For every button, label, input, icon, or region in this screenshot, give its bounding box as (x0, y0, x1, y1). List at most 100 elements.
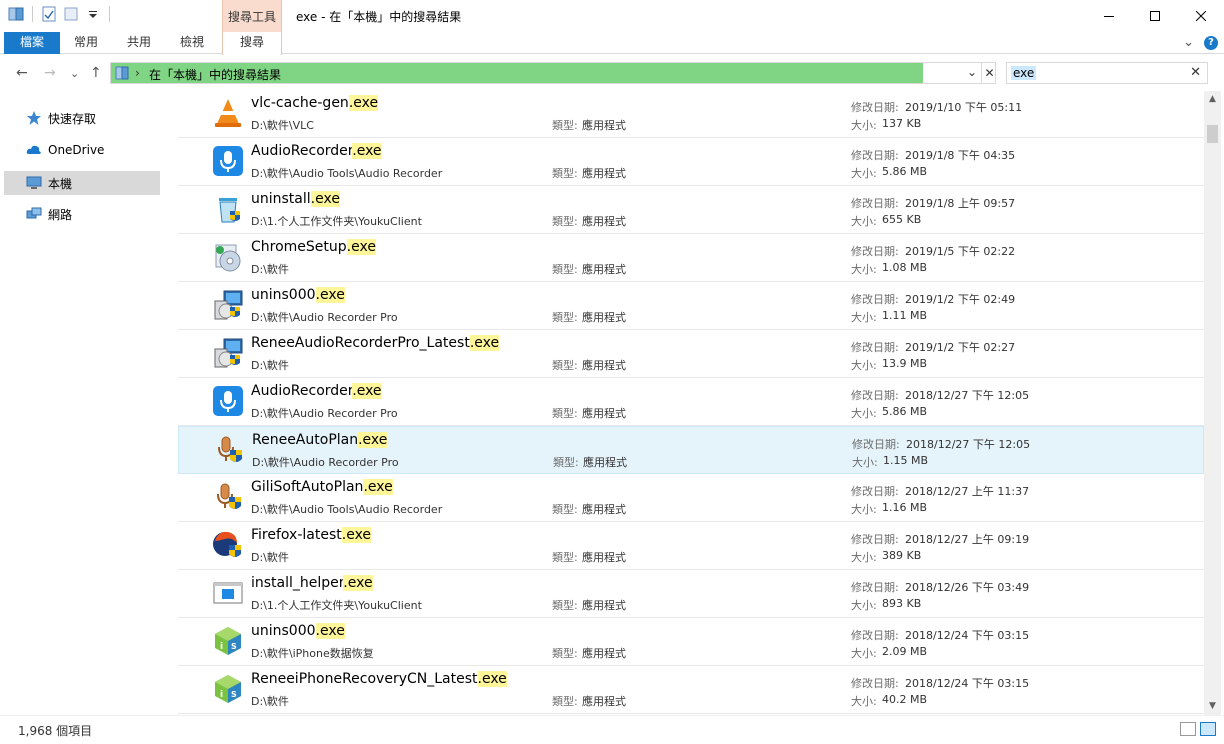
list-item[interactable]: AudioRecorder.exe D:\軟件\Audio Recorder Pr… (178, 378, 1204, 426)
back-arrow-icon[interactable]: ← (16, 65, 28, 81)
clear-search-icon[interactable]: ✕ (1190, 65, 1201, 80)
search-box[interactable]: exe ✕ (1006, 62, 1208, 84)
search-input[interactable]: exe (1011, 66, 1037, 80)
content-view-icon[interactable] (1200, 722, 1216, 736)
title-bar: 搜尋工具 exe - 在「本機」中的搜尋結果 (0, 0, 1224, 32)
type-value: 應用程式 (582, 311, 626, 324)
type-label: 類型: (552, 551, 578, 564)
scroll-up-icon[interactable]: ▲ (1204, 91, 1221, 108)
file-name: Firefox-latest.exe (251, 527, 372, 543)
breadcrumb-chevron-icon[interactable]: › (135, 66, 140, 80)
app-window-icon (212, 577, 244, 609)
date-value: 2019/1/8 下午 04:35 (905, 149, 1016, 162)
date-value: 2019/1/8 上午 09:57 (905, 197, 1016, 210)
date-value: 2018/12/24 下午 03:15 (905, 677, 1030, 690)
sidebar-item-network[interactable]: 網路 (4, 202, 160, 226)
sidebar-item-this-pc[interactable]: 本機 (4, 171, 160, 195)
type-label: 類型: (552, 167, 578, 180)
type-value: 應用程式 (582, 167, 626, 180)
list-item[interactable]: uninstall.exe D:\1.个人工作文件夹\YoukuClient 類型:… (178, 186, 1204, 234)
microphone-icon (212, 385, 244, 417)
list-item[interactable]: ReneeAudioRecorderPro_Latest.exe D:\軟件 類型:… (178, 330, 1204, 378)
size-value: 2.09 MB (882, 645, 928, 658)
quick-access-toolbar (8, 6, 112, 22)
date-label: 修改日期: (851, 197, 899, 210)
size-value: 1.11 MB (882, 309, 928, 322)
list-item[interactable]: vlc-cache-gen.exe D:\軟件\VLC 類型: 應用程式 修改日期: 20… (178, 91, 1204, 138)
mic-shield-icon (213, 434, 245, 466)
list-item[interactable]: AudioRecorder.exe D:\軟件\Audio Tools\Audio… (178, 138, 1204, 186)
date-label: 修改日期: (852, 438, 900, 451)
tab-search[interactable]: 搜尋 (222, 32, 282, 55)
scroll-thumb[interactable] (1207, 125, 1218, 143)
sidebar-item-quick-access[interactable]: 快速存取 (4, 106, 160, 130)
installer-icon (212, 289, 244, 321)
forward-arrow-icon[interactable]: → (44, 65, 56, 81)
sidebar-item-label: 本機 (48, 176, 73, 191)
file-name-base: install_helper (251, 575, 344, 591)
stop-search-icon[interactable]: ✕ (981, 63, 997, 83)
size-value: 893 KB (882, 597, 922, 610)
list-item[interactable]: i Sunins000.exe D:\軟件\iPhone数据恢复 類型: 應用程式 修改日… (178, 618, 1204, 666)
list-item[interactable]: unins000.exe D:\軟件\Audio Recorder Pro 類型: 應… (178, 282, 1204, 330)
file-name-base: unins000 (251, 287, 316, 303)
list-item[interactable]: install_helper.exe D:\1.个人工作文件夹\YoukuClie… (178, 570, 1204, 618)
tab-share[interactable]: 共用 (114, 32, 164, 54)
file-name: unins000.exe (251, 287, 345, 303)
size-value: 5.86 MB (882, 405, 928, 418)
type-label: 類型: (553, 456, 579, 469)
details-view-icon[interactable] (1180, 722, 1196, 736)
ribbon-right-controls: ⌄ ? (1183, 35, 1218, 50)
list-item[interactable]: GiliSoftAutoPlan.exe D:\軟件\Audio Tools\Au… (178, 474, 1204, 522)
size-value: 389 KB (882, 549, 922, 562)
recent-locations-icon[interactable]: ⌄ (70, 67, 79, 80)
date-label: 修改日期: (851, 293, 899, 306)
size-value: 1.15 MB (883, 454, 929, 467)
list-item[interactable]: ChromeSetup.exe D:\軟件 類型: 應用程式 修改日期: 2019/1/5… (178, 234, 1204, 282)
folder-icon[interactable] (8, 6, 24, 22)
status-bar: 1,968 個項目 (0, 715, 1224, 744)
file-name-base: uninstall (251, 191, 311, 207)
customize-qat-icon[interactable] (85, 6, 101, 22)
installer-icon (212, 337, 244, 369)
file-name: GiliSoftAutoPlan.exe (251, 479, 393, 495)
search-folder-icon (115, 66, 129, 83)
help-icon[interactable]: ? (1204, 35, 1218, 50)
up-arrow-icon[interactable]: ↑ (90, 65, 102, 81)
expand-ribbon-icon[interactable]: ⌄ (1183, 35, 1194, 50)
scroll-down-icon[interactable]: ▼ (1204, 698, 1221, 715)
address-dropdown-icon[interactable]: ⌄ (963, 65, 981, 79)
date-value: 2018/12/27 下午 12:05 (906, 438, 1031, 451)
list-item[interactable]: ReneeAutoPlan.exe D:\軟件\Audio Recorder Pr… (178, 426, 1204, 474)
close-button[interactable] (1178, 0, 1224, 32)
sidebar-item-onedrive[interactable]: OneDrive (4, 138, 160, 162)
tab-file[interactable]: 檔案 (4, 32, 60, 54)
vertical-scrollbar[interactable]: ▲ ▼ (1204, 91, 1221, 715)
date-label: 修改日期: (851, 341, 899, 354)
date-label: 修改日期: (851, 245, 899, 258)
size-label: 大小: (851, 647, 877, 660)
minimize-button[interactable] (1086, 0, 1132, 32)
file-name-base: AudioRecorder (251, 143, 353, 159)
type-label: 類型: (552, 119, 578, 132)
type-label: 類型: (552, 311, 578, 324)
file-name: install_helper.exe (251, 575, 373, 591)
tab-home[interactable]: 常用 (62, 32, 110, 54)
file-extension-highlight: .exe (315, 623, 345, 639)
date-value: 2018/12/24 下午 03:15 (905, 629, 1030, 642)
maximize-button[interactable] (1132, 0, 1178, 32)
address-bar[interactable]: › 在「本機」中的搜尋結果 ⌄ ✕ (110, 62, 996, 84)
qat-separator (109, 6, 110, 22)
list-item[interactable]: i S ReneeiPhoneRecoveryCN_Latest.exe D:\軟件 類… (178, 666, 1204, 714)
type-value: 應用程式 (582, 695, 626, 708)
file-name: ReneeAutoPlan.exe (252, 432, 388, 448)
size-value: 13.9 MB (882, 357, 928, 370)
svg-text:S: S (231, 690, 237, 699)
file-name: unins000.exe (251, 623, 345, 639)
svg-text:i: i (220, 690, 223, 700)
new-folder-icon[interactable] (63, 6, 79, 22)
microphone-icon (212, 145, 244, 177)
properties-icon[interactable] (41, 6, 57, 22)
list-item[interactable]: Firefox-latest.exe D:\軟件 類型: 應用程式 修改日期: 2018/… (178, 522, 1204, 570)
tab-view[interactable]: 檢視 (166, 32, 218, 54)
